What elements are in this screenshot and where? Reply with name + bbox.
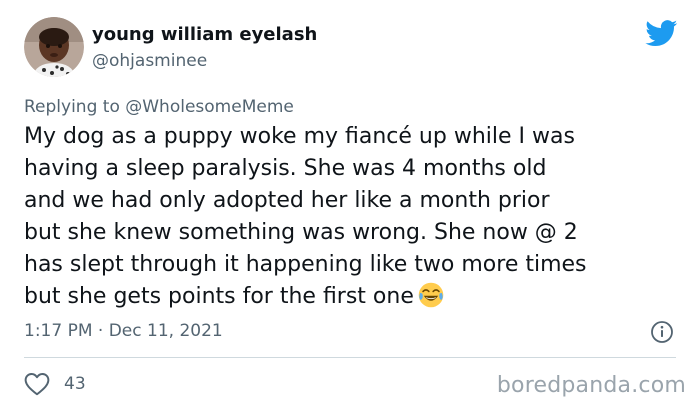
watermark: boredpanda.com — [496, 373, 686, 398]
tweet-body-line: having a sleep paralysis. She was 4 mont… — [24, 156, 547, 181]
twitter-bird-icon[interactable] — [645, 20, 678, 47]
tweet-body-line: My dog as a puppy woke my fiancé up whil… — [24, 124, 575, 149]
user-handle[interactable]: @ohjasminee — [92, 50, 207, 72]
tweet-body-line: has slept through it happening like two … — [24, 252, 587, 277]
reply-context: Replying to @WholesomeMeme — [24, 96, 294, 118]
reply-mention-link[interactable]: @WholesomeMeme — [125, 97, 294, 117]
tweet-body-line: and we had only adopted her like a month… — [24, 188, 550, 213]
display-name[interactable]: young william eyelash — [92, 23, 317, 47]
tweet-body-line: but she gets points for the first one — [24, 284, 414, 309]
tweet-body: My dog as a puppy woke my fiancé up whil… — [24, 121, 684, 313]
avatar-photo — [24, 17, 84, 77]
divider — [24, 357, 676, 358]
heart-icon[interactable] — [24, 372, 50, 396]
reply-prefix: Replying to — [24, 97, 120, 117]
avatar[interactable] — [24, 17, 84, 77]
tweet-body-line: but she knew something was wrong. She no… — [24, 220, 578, 245]
tweet-card: young william eyelash @ohjasminee Replyi… — [0, 0, 700, 410]
tears-of-joy-emoji-icon — [418, 282, 444, 308]
like-count: 43 — [64, 374, 86, 394]
info-icon[interactable] — [650, 320, 674, 344]
tweet-body-last-line: but she gets points for the first one — [24, 281, 684, 313]
tweet-timestamp[interactable]: 1:17 PM · Dec 11, 2021 — [24, 320, 223, 342]
